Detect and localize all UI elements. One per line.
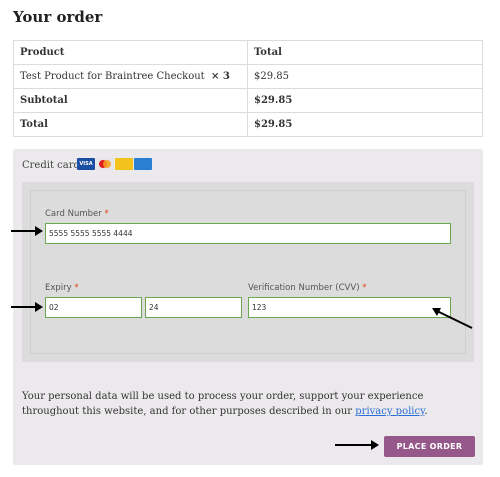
page-title: Your order: [13, 8, 103, 26]
table-header-row: Product Total: [13, 40, 483, 65]
table-row: Total $29.85: [13, 112, 483, 137]
card-number-input[interactable]: 5555 5555 5555 4444: [45, 223, 451, 244]
subtotal-label: Subtotal: [13, 88, 248, 113]
product-total: $29.85: [247, 64, 483, 89]
credit-card-form: Card Number * 5555 5555 5555 4444 Expiry…: [22, 182, 474, 362]
table-row: Subtotal $29.85: [13, 88, 483, 113]
product-quantity: × 3: [211, 71, 230, 82]
privacy-notice: Your personal data will be used to proce…: [22, 391, 428, 417]
expiry-label: Expiry *: [45, 283, 79, 293]
cvv-input[interactable]: 123: [248, 297, 451, 318]
table-row: Test Product for Braintree Checkout × 3 …: [13, 64, 483, 89]
expiry-year-input[interactable]: 24: [145, 297, 242, 318]
expiry-month-input[interactable]: 02: [45, 297, 142, 318]
card-number-label: Card Number *: [45, 209, 109, 219]
payment-method-label[interactable]: Credit card: [22, 160, 80, 171]
total-column-header: Total: [247, 40, 483, 65]
amex-icon: [134, 158, 152, 170]
required-asterisk: *: [104, 209, 109, 219]
visa-icon: VISA: [77, 158, 95, 170]
place-order-button[interactable]: PLACE ORDER: [384, 436, 475, 457]
arrow-right-icon: [11, 302, 43, 312]
mastercard-icon: [96, 158, 114, 170]
total-value: $29.85: [247, 112, 483, 137]
product-cell: Test Product for Braintree Checkout × 3: [13, 64, 248, 89]
arrow-right-icon: [11, 226, 43, 236]
privacy-policy-link[interactable]: privacy policy: [355, 406, 424, 417]
product-column-header: Product: [13, 40, 248, 65]
subtotal-value: $29.85: [247, 88, 483, 113]
card-icons: VISA: [77, 158, 152, 170]
maestro-icon: [115, 158, 133, 170]
product-name: Test Product for Braintree Checkout: [20, 71, 205, 82]
arrow-right-icon: [335, 440, 379, 450]
cvv-label: Verification Number (CVV) *: [248, 283, 367, 293]
order-table: Product Total Test Product for Braintree…: [13, 40, 483, 137]
required-asterisk: *: [362, 283, 367, 293]
required-asterisk: *: [74, 283, 79, 293]
arrow-diagonal-icon: [432, 308, 473, 329]
total-label: Total: [13, 112, 248, 137]
payment-section: Credit card VISA Card Number * 5555 5555…: [13, 149, 483, 465]
